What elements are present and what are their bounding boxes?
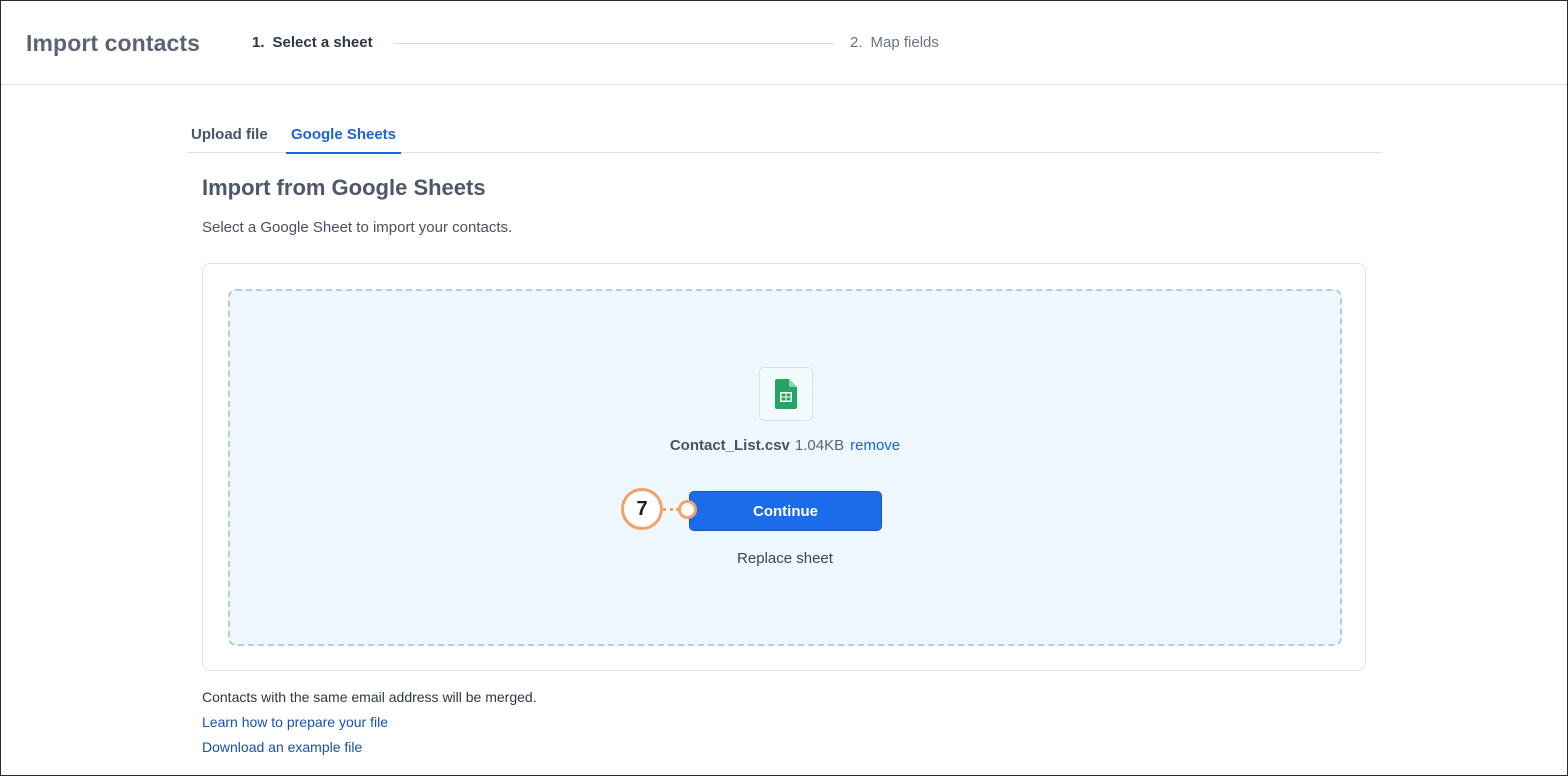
import-card: Contact_List.csv 1.04KB remove Continue Re… [202,263,1366,671]
step-select-sheet: 1. Select a sheet [252,34,373,51]
section-title: Import from Google Sheets [202,175,486,200]
tab-upload-file[interactable]: Upload file [191,126,268,152]
section-subtitle: Select a Google Sheet to import your con… [202,219,513,236]
step-connector [394,43,834,44]
step-label: Map fields [870,34,939,51]
import-tabs: Upload file Google Sheets [187,118,1382,154]
google-sheets-icon [759,367,813,421]
step-map-fields: 2. Map fields [850,34,939,51]
prepare-file-link[interactable]: Learn how to prepare your file [202,714,388,730]
file-size: 1.04KB [794,437,845,454]
continue-button[interactable]: Continue [689,491,882,531]
step-label: Select a sheet [272,34,373,51]
page-title: Import contacts [26,30,201,56]
replace-sheet-label[interactable]: Replace sheet [737,550,833,567]
example-file-link[interactable]: Download an example file [202,739,362,755]
file-name: Contact_List.csv [669,437,790,454]
tab-google-sheets[interactable]: Google Sheets [286,126,402,154]
page-header: Import contacts 1. Select a sheet 2. Map f… [1,1,1567,85]
step-number: 2. [850,34,863,51]
callout-connector [663,508,679,511]
selected-file-info: Contact_List.csv 1.04KB remove [230,437,1340,454]
step-number: 1. [252,34,265,51]
remove-file-link[interactable]: remove [850,437,900,454]
callout-target-dot [678,500,697,519]
step-callout-badge: 7 [621,488,663,530]
file-dropzone[interactable]: Contact_List.csv 1.04KB remove Continue Re… [228,289,1342,646]
replace-sheet-link: Replace sheet [230,550,1340,567]
sheet-glyph [775,379,797,409]
merge-note: Contacts with the same email address wil… [202,689,537,705]
